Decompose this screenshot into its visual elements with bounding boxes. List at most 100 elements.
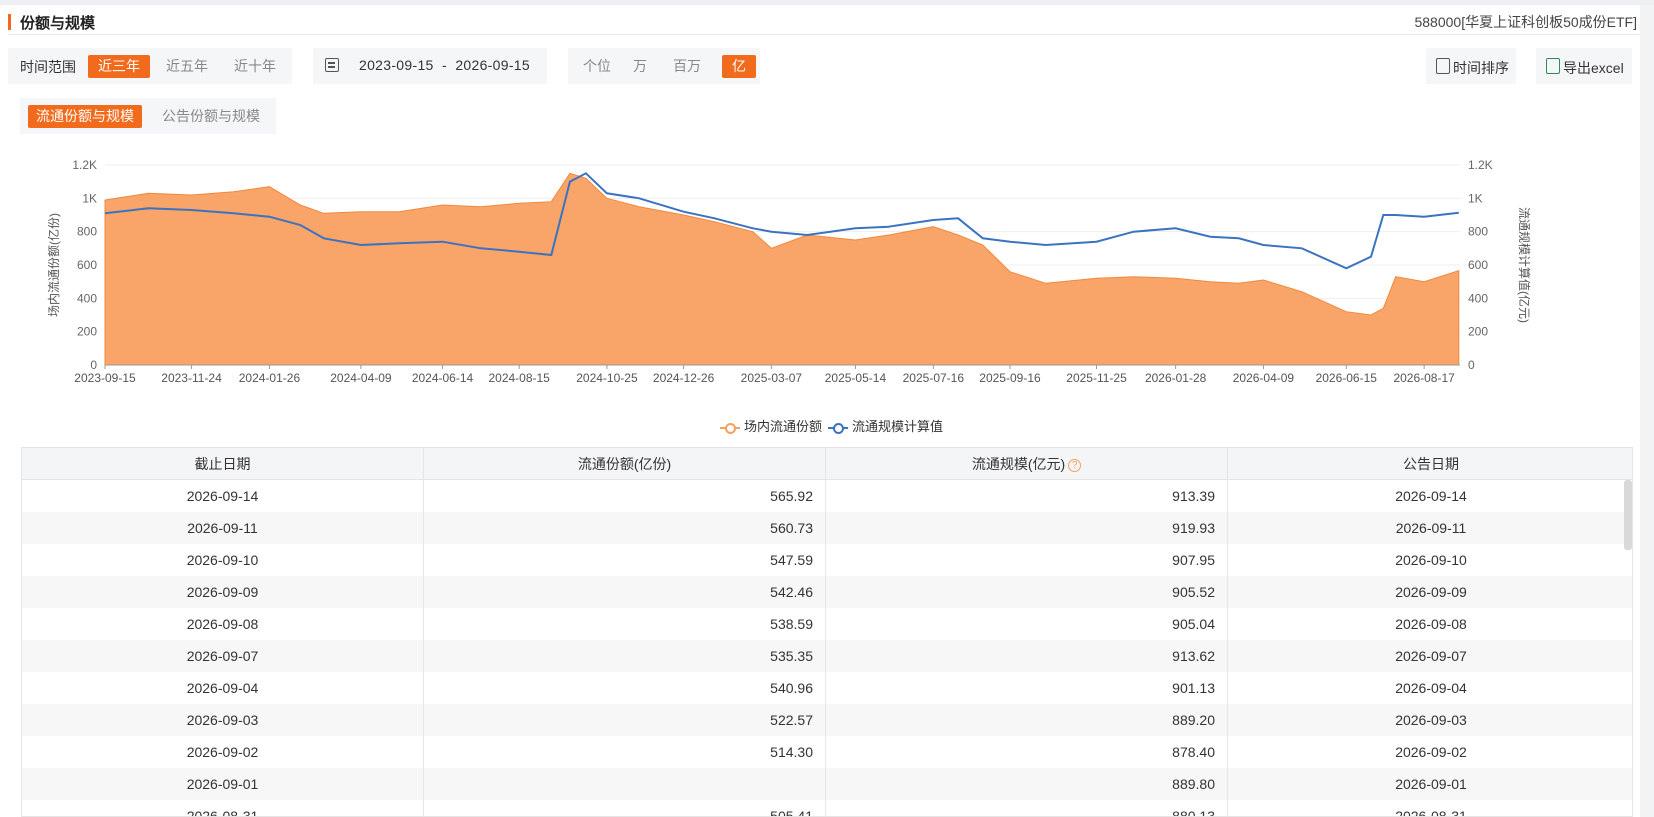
- page-right-gutter: [1640, 5, 1654, 817]
- x-tick-label: 2024-06-14: [412, 371, 474, 385]
- y-tick-left: 1.2K: [72, 158, 97, 172]
- x-tick-label: 2025-09-16: [979, 371, 1041, 385]
- cell-end-date: 2026-08-31: [22, 800, 424, 816]
- time-range-group: 时间范围 近三年 近五年 近十年: [8, 48, 292, 84]
- cell-announce-date: 2026-09-04: [1395, 680, 1467, 696]
- x-tick-label: 2024-01-26: [239, 371, 301, 385]
- cell-share: [424, 768, 826, 800]
- cell-share: 540.96: [424, 672, 826, 704]
- y-tick-right: 0: [1468, 358, 1475, 372]
- table-row: 2026-09-09 542.46 905.52 2026-09-09: [22, 576, 1632, 608]
- table-row: 2026-09-01 889.80 2026-09-01: [22, 768, 1632, 800]
- series-share-area: [104, 172, 1460, 366]
- cell-end-date: 2026-09-14: [22, 480, 424, 512]
- table-row: 2026-09-14 565.92 913.39 2026-09-14: [22, 480, 1632, 512]
- x-tick-label: 2026-08-17: [1393, 371, 1455, 385]
- x-tick-label: 2024-04-09: [330, 371, 392, 385]
- x-tick-label: 2025-07-16: [903, 371, 965, 385]
- cell-share: 522.57: [424, 704, 826, 736]
- share-scale-chart: 0 0 200 200 400 400 600 600 800 800 1K 1K 1.2K 1.2K 20…: [46, 158, 1532, 385]
- y-tick-left: 600: [77, 258, 97, 272]
- x-tick-label: 2025-11-25: [1066, 371, 1127, 385]
- date-range-text: 2023-09-15 - 2026-09-15: [359, 57, 530, 73]
- table-row: 2026-09-03 522.57 889.20 2026-09-03: [22, 704, 1632, 736]
- y-axis-title-right: 流通规模计算值(亿元): [1517, 207, 1532, 323]
- x-tick-label: 2025-05-14: [825, 371, 887, 385]
- cell-announce-date: 2026-09-01: [1395, 776, 1467, 792]
- export-excel-button[interactable]: 导出excel: [1536, 48, 1632, 84]
- time-sort-label: 时间排序: [1453, 60, 1509, 76]
- x-tick-label: 2026-06-15: [1316, 371, 1378, 385]
- x-tick-label: 2023-11-24: [161, 371, 222, 385]
- cell-announce-date: 2026-09-08: [1395, 616, 1467, 632]
- y-tick-right: 200: [1468, 325, 1488, 339]
- x-tick-label: 2026-01-28: [1145, 371, 1207, 385]
- fund-name: 588000[华夏上证科创板50成份ETF]: [1414, 14, 1637, 30]
- cell-announce-date: 2026-08-31: [1395, 808, 1467, 817]
- time-sort-button[interactable]: 时间排序: [1426, 48, 1516, 84]
- sort-icon: [1436, 58, 1450, 74]
- cell-announce-date: 2026-09-11: [1395, 520, 1467, 536]
- tab-announced[interactable]: 公告份额与规模: [154, 105, 268, 128]
- col-end-date: 截止日期: [22, 448, 424, 480]
- section-title: 份额与规模: [20, 15, 96, 32]
- cell-scale: 907.95: [826, 544, 1228, 576]
- cell-announce-date: 2026-09-07: [1395, 648, 1467, 664]
- y-tick-left: 200: [77, 325, 97, 339]
- time-range-label: 时间范围: [20, 59, 76, 75]
- range-10y-button[interactable]: 近十年: [224, 55, 286, 78]
- cell-announce-date: 2026-09-02: [1395, 744, 1467, 760]
- cell-scale: 905.52: [826, 576, 1228, 608]
- table-row: 2026-09-11 560.73 919.93 2026-09-11: [22, 512, 1632, 544]
- cell-announce-date: 2026-09-14: [1395, 488, 1467, 504]
- y-tick-left: 0: [90, 358, 97, 372]
- col-circulating-scale-label: 流通规模(亿元): [971, 456, 1066, 472]
- y-tick-left: 800: [77, 225, 97, 239]
- legend-scale-marker: [828, 422, 848, 434]
- cell-share: 560.73: [424, 512, 826, 544]
- unit-wan-button[interactable]: 万: [622, 55, 658, 78]
- y-tick-right: 1.2K: [1468, 158, 1493, 172]
- tab-bar: 流通份额与规模 公告份额与规模: [20, 98, 276, 134]
- cell-scale: 913.62: [826, 640, 1228, 672]
- cell-scale: 901.13: [826, 672, 1228, 704]
- range-3y-button[interactable]: 近三年: [88, 55, 150, 78]
- x-tick-label: 2024-10-25: [576, 371, 638, 385]
- legend-scale[interactable]: 流通规模计算值: [828, 416, 943, 435]
- tab-circulating[interactable]: 流通份额与规模: [28, 105, 142, 128]
- table-scrollbar[interactable]: [1624, 480, 1632, 550]
- y-tick-right: 400: [1468, 291, 1488, 305]
- cell-end-date: 2026-09-10: [22, 544, 424, 576]
- cell-announce-date: 2026-09-03: [1395, 712, 1467, 728]
- cell-share: 505.41: [424, 800, 826, 816]
- x-tick-label: 2026-04-09: [1233, 371, 1295, 385]
- y-tick-left: 1K: [82, 191, 97, 205]
- excel-icon: [1546, 58, 1560, 74]
- unit-group: 个位 万 百万 亿: [568, 48, 760, 84]
- y-tick-right: 800: [1468, 225, 1488, 239]
- legend-share-label: 场内流通份额: [744, 419, 823, 434]
- cell-end-date: 2026-09-04: [22, 672, 424, 704]
- unit-million-button[interactable]: 百万: [662, 55, 712, 78]
- cell-share: 565.92: [424, 480, 826, 512]
- cell-scale: 913.39: [826, 480, 1228, 512]
- help-icon[interactable]: ?: [1068, 458, 1082, 472]
- table-row: 2026-09-08 538.59 905.04 2026-09-08: [22, 608, 1632, 640]
- cell-share: 542.46: [424, 576, 826, 608]
- legend-share[interactable]: 场内流通份额: [720, 416, 822, 435]
- legend-scale-label: 流通规模计算值: [852, 419, 944, 434]
- table-row: 2026-09-04 540.96 901.13 2026-09-04: [22, 672, 1632, 704]
- range-5y-button[interactable]: 近五年: [156, 55, 218, 78]
- table-row: 2026-08-31 505.41 880.13 2026-08-31: [22, 800, 1632, 817]
- cell-scale: 905.04: [826, 608, 1228, 640]
- unit-yi-button[interactable]: 亿: [722, 55, 756, 78]
- y-tick-right: 1K: [1468, 191, 1483, 205]
- cell-end-date: 2026-09-11: [22, 512, 424, 544]
- y-axis-title-left: 场内流通份额(亿份): [46, 213, 61, 317]
- unit-one-button[interactable]: 个位: [576, 55, 618, 78]
- cell-share: 538.59: [424, 608, 826, 640]
- cell-end-date: 2026-09-03: [22, 704, 424, 736]
- calendar-icon: [325, 58, 339, 72]
- date-range-picker[interactable]: 2023-09-15 - 2026-09-15: [313, 48, 547, 84]
- cell-end-date: 2026-09-07: [22, 640, 424, 672]
